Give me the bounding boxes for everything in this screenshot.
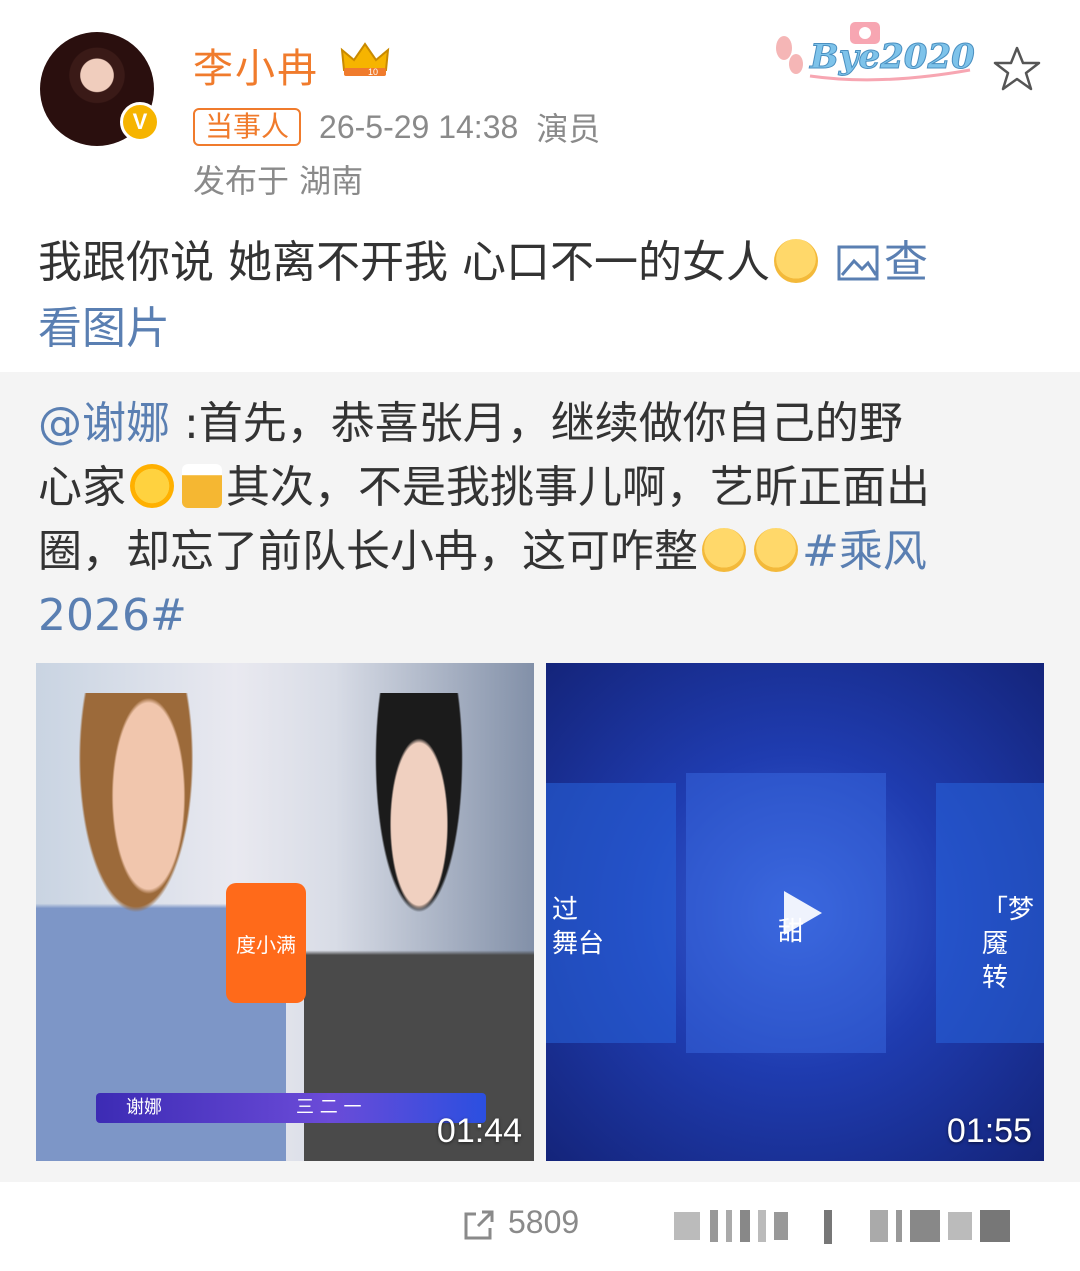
video-caption-bar: 谢娜 三 二 一 (96, 1093, 486, 1123)
crown-badge-icon[interactable]: 10 (338, 40, 392, 80)
image-icon (837, 245, 879, 281)
avatar[interactable]: V (40, 32, 160, 146)
action-bar: 5809 (0, 1182, 1080, 1271)
sticker-text: Bye2020 (809, 37, 975, 77)
mention-link[interactable]: @谢娜 (38, 398, 170, 449)
grin-emoji-icon (754, 528, 798, 572)
video-duration: 01:44 (436, 1112, 522, 1150)
repost-text-1: :首先，恭喜张月，继续做你自己的野 (170, 398, 903, 449)
play-icon[interactable] (772, 885, 828, 941)
sponsor-sign: 度小满 (226, 883, 306, 1003)
hashtag-link-1[interactable]: #乘风 (802, 526, 927, 577)
repost-text: @谢娜 :首先，恭喜张月，继续做你自己的野 心家 其次，不是我挑事儿啊，艺昕正面出圈… (38, 392, 1048, 648)
shush-emoji-icon (773, 239, 818, 283)
post-text: 我跟你说 她离不开我 心口不一的女人 查看图片 (38, 230, 1048, 362)
beer-emoji-icon (182, 464, 222, 508)
video-duration: 01:55 (946, 1112, 1032, 1150)
view-images-text-2[interactable]: 看图片 (38, 303, 170, 354)
share-count[interactable]: 5809 (508, 1204, 579, 1241)
share-icon[interactable] (462, 1208, 496, 1242)
meta-line: 当事人 26-5-29 14:38 演员 (193, 104, 600, 150)
location: 发布于 湖南 (193, 162, 364, 200)
star-icon[interactable] (992, 44, 1042, 94)
username[interactable]: 李小冉 (193, 36, 319, 94)
timestamp: 26-5-29 14:38 (319, 108, 519, 145)
thinking-emoji-icon (702, 528, 746, 572)
view-images-text-1[interactable]: 查 (884, 237, 928, 288)
bye2020-sticker: Bye2020 (776, 22, 976, 82)
video-thumbnail-1[interactable]: 度小满 谢娜 三 二 一 01:44 (36, 663, 534, 1161)
caption-right: 三 二 一 (296, 1097, 362, 1118)
hashtag-link-2[interactable]: 2026# (38, 590, 187, 641)
post-header: V 李小冉 10 当事人 26-5-29 14:38 演员 发布于 湖南 Bye… (0, 0, 1080, 210)
role-tag: 当事人 (193, 108, 302, 146)
sun-emoji-icon (130, 464, 174, 508)
panel-left-text: 过 舞台 (552, 895, 605, 959)
user-role: 演员 (536, 111, 601, 147)
caption-name: 谢娜 (126, 1097, 162, 1118)
redacted-actions (674, 1210, 1010, 1244)
verified-icon: V (120, 102, 160, 142)
level-badge: 10 (368, 67, 378, 77)
repost-text-2: 心家 (38, 462, 126, 513)
panel-right-text: 「梦魇 转 (982, 895, 1035, 993)
repost-text-3: 其次，不是我挑事儿啊，艺昕正面出 (226, 462, 930, 513)
video-person-right (304, 693, 534, 1161)
repost-text-4: 圈，却忘了前队长小冉，这可咋整 (38, 526, 698, 577)
video-thumbnail-2[interactable]: 过 舞台 甜 「梦魇 转 01:55 (546, 663, 1044, 1161)
post-main-text: 我跟你说 她离不开我 心口不一的女人 (38, 237, 770, 288)
